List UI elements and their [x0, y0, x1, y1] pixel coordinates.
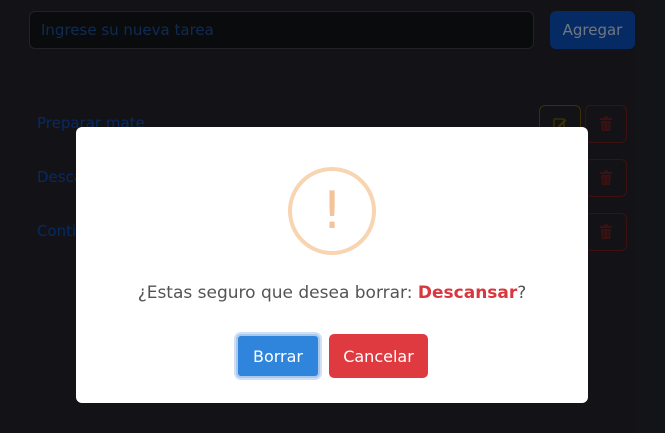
message-prefix: ¿Estas seguro que desea borrar:: [137, 283, 418, 303]
exclamation-icon: !: [321, 181, 343, 241]
warning-icon: !: [288, 167, 376, 255]
message-suffix: ?: [517, 283, 527, 303]
task-name-highlight: Descansar: [417, 283, 518, 303]
todo-page: Agregar Preparar mate Descansar: [0, 0, 665, 433]
dialog-message: ¿Estas seguro que desea borrar: Descansa…: [76, 283, 588, 303]
confirm-delete-button[interactable]: Borrar: [236, 334, 320, 378]
confirm-delete-dialog: ! ¿Estas seguro que desea borrar: Descan…: [76, 127, 588, 403]
cancel-button[interactable]: Cancelar: [329, 334, 428, 378]
